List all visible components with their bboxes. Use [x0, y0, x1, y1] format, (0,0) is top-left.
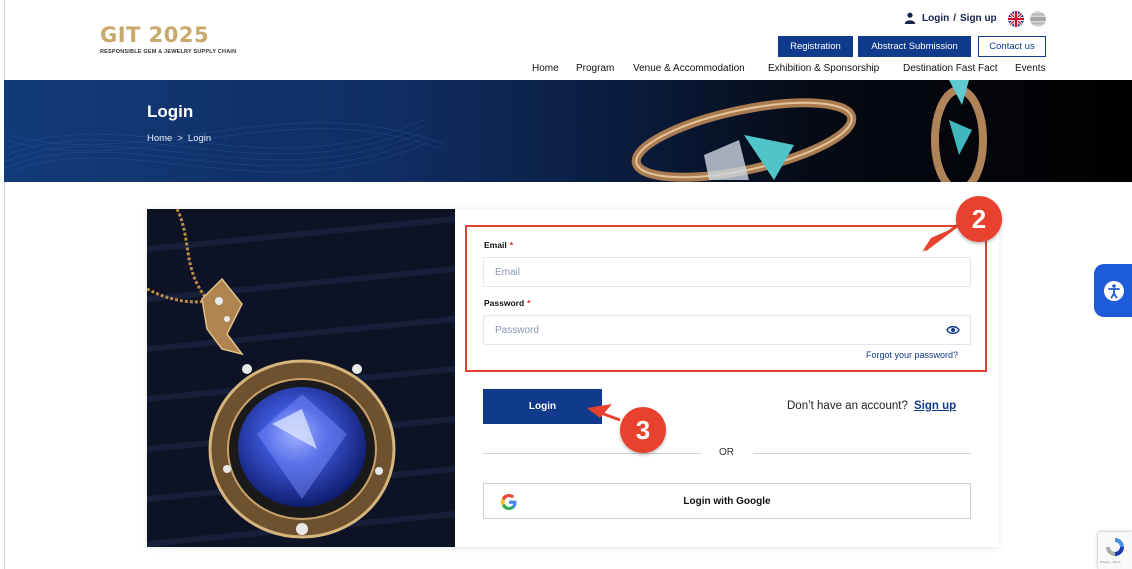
annotation-badge-3: 3: [620, 407, 666, 453]
recaptcha-footer[interactable]: Privacy - Terms: [1100, 560, 1121, 564]
accessibility-button[interactable]: [1094, 264, 1132, 317]
annotation-badge-2: 2: [956, 196, 1002, 242]
recaptcha-icon: [1106, 538, 1124, 556]
recaptcha-badge[interactable]: Privacy - Terms: [1098, 532, 1132, 569]
accessibility-icon: [1104, 280, 1124, 301]
annotation-arrows: [587, 220, 963, 422]
